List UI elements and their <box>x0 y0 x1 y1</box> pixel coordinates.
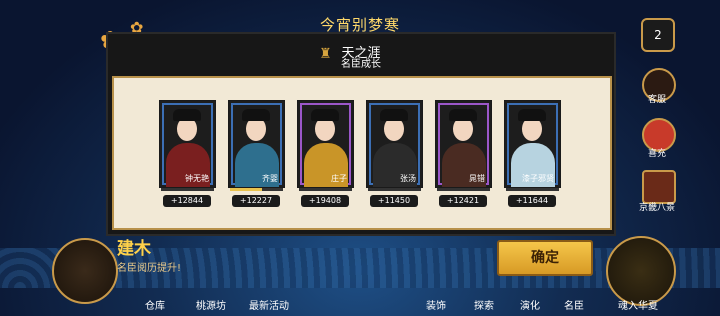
recharge-label: 喜充 <box>647 149 666 159</box>
hero-headwear <box>173 109 201 121</box>
hero-headwear <box>449 109 477 121</box>
badge-count-text: 2 <box>654 28 662 42</box>
hero-portrait: 钟无艳 <box>159 100 216 188</box>
panel-corner <box>112 216 126 230</box>
heroes-panel: 钟无艳 +12844 齐婴 +12227 庄子 +19408 张汤 +11450 晁错 +1242… <box>112 76 612 230</box>
hero-name: 钟无艳 <box>185 174 209 183</box>
badge-counter[interactable]: 2 <box>641 18 675 52</box>
hero-name: 张汤 <box>400 174 416 183</box>
hero-gain: +12844 <box>163 195 211 207</box>
hero-headwear <box>311 109 339 121</box>
hero-headwear <box>242 109 270 121</box>
progress-bar <box>506 188 559 191</box>
hero-name: 晁错 <box>469 174 485 183</box>
nav-evolve[interactable]: 演化 <box>520 297 540 312</box>
hero-portrait: 漆子邪贤 <box>504 100 561 188</box>
hero-card-list: 钟无艳 +12844 齐婴 +12227 庄子 +19408 张汤 +11450 晁错 +1242… <box>159 100 561 207</box>
hero-card[interactable]: 晁错 +12421 <box>435 100 492 207</box>
nav-explore[interactable]: 探索 <box>474 297 494 312</box>
hero-gain: +11450 <box>370 195 418 207</box>
nav-taoyuan[interactable]: 桃源坊 <box>196 297 226 312</box>
nav-enter-world[interactable]: 魂入华夏 <box>618 297 658 312</box>
dialog-subtitle: 名臣成长 <box>341 59 381 70</box>
hero-portrait: 庄子 <box>297 100 354 188</box>
hero-portrait: 齐婴 <box>228 100 285 188</box>
reward-desc: 名臣阅历提升! <box>117 263 182 274</box>
progress-bar <box>299 188 352 191</box>
hero-gain: +12421 <box>439 195 487 207</box>
nav-warehouse[interactable]: 仓库 <box>145 297 165 312</box>
panel-corner <box>598 216 612 230</box>
hero-portrait: 张汤 <box>366 100 423 188</box>
nav-latest-events[interactable]: 最新活动 <box>249 297 289 312</box>
hero-gain: +12227 <box>232 195 280 207</box>
progress-bar <box>230 188 283 191</box>
hero-card[interactable]: 钟无艳 +12844 <box>159 100 216 207</box>
bottom-nav: 仓库 桃源坊 最新活动 装饰 探索 演化 名臣 魂入华夏 <box>0 290 720 316</box>
hero-gain: +19408 <box>301 195 349 207</box>
hero-card[interactable]: 漆子邪贤 +11644 <box>504 100 561 207</box>
nav-decor[interactable]: 装饰 <box>426 297 446 312</box>
hero-gain: +11644 <box>508 195 556 207</box>
scenery-icon[interactable] <box>642 170 676 204</box>
nav-heroes[interactable]: 名臣 <box>564 297 584 312</box>
hero-headwear <box>518 109 546 121</box>
hero-name: 庄子 <box>331 174 347 183</box>
hero-card[interactable]: 庄子 +19408 <box>297 100 354 207</box>
panel-corner <box>112 76 126 90</box>
panel-corner <box>598 76 612 90</box>
progress-bar <box>368 188 421 191</box>
hero-card[interactable]: 张汤 +11450 <box>366 100 423 207</box>
customer-service-label: 客服 <box>647 95 666 105</box>
hero-card[interactable]: 齐婴 +12227 <box>228 100 285 207</box>
progress-fill <box>230 188 262 191</box>
hero-name: 漆子邪贤 <box>522 174 554 183</box>
progress-bar <box>161 188 214 191</box>
reward-name: 建木 <box>117 239 151 259</box>
title-emblem-icon: ♜ <box>319 46 332 62</box>
confirm-button[interactable]: 确定 <box>497 240 593 276</box>
scenery-label: 京畿八景 <box>638 203 675 213</box>
hero-headwear <box>380 109 408 121</box>
hero-name: 齐婴 <box>262 174 278 183</box>
progress-bar <box>437 188 490 191</box>
hero-portrait: 晁错 <box>435 100 492 188</box>
